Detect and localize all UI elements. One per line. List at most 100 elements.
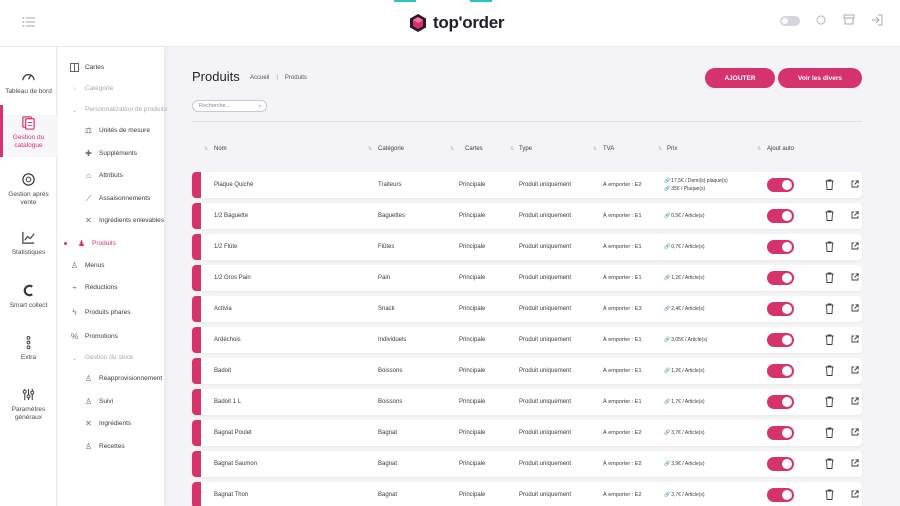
submenu-item-produits-phares[interactable]: ϟ Produits phares (70, 308, 130, 317)
submenu-item-cartes[interactable]: Cartes (70, 63, 104, 72)
logout-icon[interactable] (870, 14, 884, 28)
theme-toggle[interactable] (780, 16, 800, 26)
search-input[interactable]: Recherche... ⌕ (192, 100, 267, 112)
submenu-group-personnalisation[interactable]: ⌄ Personnalization de produits (70, 105, 167, 114)
submenu-item-recettes[interactable]: ♙ Recettes (84, 442, 125, 451)
submenu-item-supplements[interactable]: ✚ Suppléments (84, 149, 137, 158)
trash-icon[interactable] (825, 241, 834, 252)
trash-icon[interactable] (825, 179, 834, 190)
auto-add-toggle[interactable] (767, 240, 794, 254)
auto-add-toggle[interactable] (767, 178, 794, 192)
trash-icon[interactable] (825, 458, 834, 469)
external-link-icon[interactable] (851, 180, 859, 188)
trash-icon[interactable] (825, 427, 834, 438)
table-row[interactable]: Ardéchois Individuels Principale Produit un… (192, 327, 862, 353)
external-link-icon[interactable] (851, 397, 859, 405)
primary-sidebar: Tableau de bord Gestion du catalogue Ges… (0, 47, 57, 506)
auto-add-toggle[interactable] (767, 395, 794, 409)
auto-add-toggle[interactable] (767, 488, 794, 502)
table-row[interactable]: Badoit 1 L Boissons Principale Produit uniq… (192, 389, 862, 415)
trash-icon[interactable] (825, 210, 834, 221)
sort-arrow-icon: ⇅ (368, 146, 373, 152)
view-misc-button[interactable]: Voir les divers (778, 68, 862, 88)
table-row[interactable]: Bagnat Poulet Bagnat Principale Produit uni… (192, 420, 862, 446)
rail-item-settings[interactable]: Paramètres généraux (0, 387, 57, 421)
table-row[interactable]: Activia Snack Principale Produit uniquement… (192, 296, 862, 322)
submenu-item-categorie[interactable]: › Catégorie (70, 84, 113, 93)
table-row[interactable]: 1/2 Flûte Flûtes Principale Produit uniquem… (192, 234, 862, 260)
price-value: 3,7€ / Article(s) (671, 492, 705, 498)
submenu-group-stock[interactable]: ⌄ Gestion du stock (70, 353, 133, 362)
product-type: Produit uniquement (519, 244, 572, 250)
submenu-item-produits[interactable]: ♟ Produits (64, 239, 116, 248)
external-link-icon[interactable] (851, 366, 859, 374)
submenu-item-reductions[interactable]: ⌁ Réductions (70, 283, 117, 292)
table-row[interactable]: 1/2 Baguette Baguettes Principale Produit u… (192, 203, 862, 229)
book-icon (70, 63, 79, 72)
link-icon: 🔗 (664, 368, 671, 374)
external-link-icon[interactable] (851, 211, 859, 219)
external-link-icon[interactable] (851, 242, 859, 250)
column-header-nom[interactable]: Nom (214, 146, 227, 152)
trash-icon[interactable] (825, 334, 834, 345)
hamburger-icon[interactable] (22, 16, 36, 28)
auto-add-toggle[interactable] (767, 364, 794, 378)
trash-icon[interactable] (825, 396, 834, 407)
trash-icon[interactable] (825, 489, 834, 500)
product-tva: À emporter : E1 (603, 368, 642, 374)
submenu-item-promotions[interactable]: % Promotions (70, 332, 118, 341)
rail-item-catalogue[interactable]: Gestion du catalogue (0, 105, 57, 157)
column-header-type[interactable]: Type (519, 146, 532, 152)
external-link-icon[interactable] (851, 273, 859, 281)
submenu-item-assaisonnements[interactable]: ⟋ Assaisonnements (84, 194, 151, 203)
info-icon[interactable] (814, 14, 828, 28)
table-row[interactable]: 1/2 Gros Pain Pain Principale Produit uniqu… (192, 265, 862, 291)
product-category: Baguettes (378, 213, 406, 219)
submenu-item-menus[interactable]: ♙ Menus (70, 261, 105, 270)
rail-item-smart-collect[interactable]: Smart collect (0, 283, 57, 310)
submenu-item-ingredients[interactable]: ✕ Ingrédients (84, 419, 131, 428)
rail-item-dashboard[interactable]: Tableau de bord (0, 69, 57, 96)
column-header-categorie[interactable]: Catégorie (378, 146, 404, 152)
table-row[interactable]: Badoit Boissons Principale Produit uniqueme… (192, 358, 862, 384)
auto-add-toggle[interactable] (767, 426, 794, 440)
column-header-cartes[interactable]: Cartes (465, 146, 483, 152)
table-row[interactable]: Plaque Quiche Traiteurs Principale Produit … (192, 172, 862, 198)
table-row[interactable]: Bagnat Saumon Bagnat Principale Produit uni… (192, 451, 862, 477)
auto-add-toggle[interactable] (767, 457, 794, 471)
external-link-icon[interactable] (851, 459, 859, 467)
external-link-icon[interactable] (851, 428, 859, 436)
column-header-tva[interactable]: TVA (603, 146, 614, 152)
auto-add-toggle[interactable] (767, 302, 794, 316)
rail-item-extra[interactable]: Extra (0, 335, 57, 362)
trash-icon[interactable] (825, 303, 834, 314)
auto-add-toggle[interactable] (767, 333, 794, 347)
submenu-item-attributs[interactable]: ⌂ Attributs (84, 171, 123, 180)
column-header-prix[interactable]: Prix (667, 146, 677, 152)
store-icon[interactable] (842, 14, 856, 28)
external-link-icon[interactable] (851, 335, 859, 343)
submenu-item-ingredients-enlevables[interactable]: ✕ Ingrédients enlevables (84, 216, 164, 225)
external-link-icon[interactable] (851, 304, 859, 312)
submenu-item-suivi[interactable]: ♙ Suivi (84, 397, 113, 406)
logo-text: top'order (433, 13, 505, 32)
auto-add-toggle[interactable] (767, 209, 794, 223)
app-logo[interactable]: top'order (408, 11, 505, 35)
trash-icon[interactable] (825, 365, 834, 376)
breadcrumb-home[interactable]: Accueil (250, 75, 269, 81)
rail-item-statistics[interactable]: Statistiques (0, 230, 57, 257)
product-carte: Principale (459, 399, 486, 405)
rail-item-after-sales[interactable]: Gestion après vente (0, 172, 57, 206)
add-button[interactable]: AJOUTER (705, 68, 775, 88)
submenu-item-unites[interactable]: ⚖ Unités de mesure (84, 126, 150, 135)
product-category: Boissons (378, 399, 403, 405)
product-category: Bagnat (378, 461, 398, 467)
price-value: 0,5€ / Article(s) (671, 213, 705, 219)
auto-add-toggle[interactable] (767, 271, 794, 285)
table-row[interactable]: Bagnat Thon Bagnat Principale Produit uniqu… (192, 482, 862, 506)
submenu-item-reappro[interactable]: ♙ Réapprovisionnement (84, 374, 162, 383)
column-header-ajout-auto[interactable]: Ajout auto (767, 146, 794, 152)
page-title: Produits (192, 69, 240, 84)
external-link-icon[interactable] (851, 490, 859, 498)
trash-icon[interactable] (825, 272, 834, 283)
